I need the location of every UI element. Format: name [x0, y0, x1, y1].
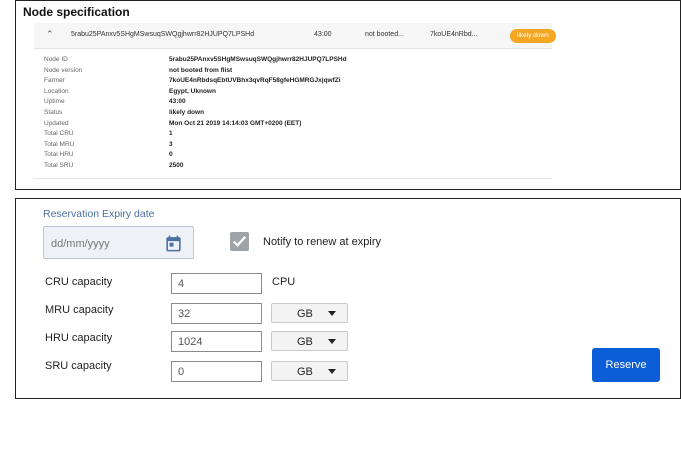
divider	[34, 178, 552, 179]
reserve-button[interactable]: Reserve	[592, 348, 660, 382]
detail-label: Node version	[44, 66, 83, 74]
detail-value: 5rabu25PAnxv5SHgMSwsuqSWQgjhwrr82HJUPQ7L…	[169, 56, 347, 63]
node-card: ⌃ 5rabu25PAnxv5SHgMSwsuqSWQgjhwrr82HJUPQ…	[34, 23, 556, 180]
mru-unit-value: GB	[297, 308, 313, 320]
detail-row-node-version: Node version not booted from flist	[44, 66, 544, 77]
detail-label: Total MRU	[44, 140, 75, 148]
detail-label: Node ID	[44, 56, 68, 63]
detail-value: Egypt, Uknown	[169, 87, 216, 95]
cru-input[interactable]	[171, 273, 262, 294]
date-placeholder: dd/mm/yyyy	[51, 238, 110, 250]
detail-row-node-id: Node ID 5rabu25PAnxv5SHgMSwsuqSWQgjhwrr8…	[44, 55, 544, 66]
detail-value: likely down	[169, 108, 205, 116]
detail-label: Location	[44, 87, 69, 95]
row-version: not booted...	[365, 31, 404, 38]
detail-row-total-mru: Total MRU 3	[44, 140, 544, 151]
checkmark-icon	[232, 235, 247, 247]
detail-label: Uptime	[44, 98, 65, 106]
calendar-icon[interactable]	[164, 234, 183, 253]
detail-value: not booted from flist	[169, 66, 233, 74]
mru-unit-select[interactable]: GB	[271, 303, 348, 323]
detail-value: 43:00	[169, 98, 186, 106]
hru-input[interactable]	[171, 331, 262, 352]
detail-label: Updated	[44, 119, 69, 127]
reservation-panel: Reservation Expiry date dd/mm/yyyy Notif…	[15, 198, 681, 399]
caret-down-icon	[328, 339, 336, 344]
detail-label: Status	[44, 108, 63, 116]
status-badge: likely down	[510, 29, 556, 43]
detail-row-uptime: Uptime 43:00	[44, 97, 544, 108]
hru-unit-select[interactable]: GB	[271, 331, 348, 351]
sru-unit-value: GB	[297, 366, 313, 378]
detail-row-status: Status likely down	[44, 108, 544, 119]
caret-down-icon	[328, 311, 336, 316]
notify-label: Notify to renew at expiry	[263, 236, 381, 248]
panel-title: Node specification	[23, 5, 130, 19]
detail-value: Mon Oct 21 2019 14:14:03 GMT+0200 (EET)	[169, 119, 302, 127]
row-node-id: 5rabu25PAnxv5SHgMSwsuqSWQgjhwrr82HJUPQ7L…	[71, 31, 255, 38]
detail-row-total-hru: Total HRU 0	[44, 150, 544, 161]
detail-row-location: Location Egypt, Uknown	[44, 87, 544, 98]
expiry-date-input[interactable]: dd/mm/yyyy	[43, 226, 194, 259]
detail-value: 3	[169, 140, 173, 148]
detail-row-total-sru: Total SRU 2500	[44, 161, 544, 172]
hru-unit-value: GB	[297, 336, 313, 348]
notify-checkbox[interactable]	[230, 232, 249, 251]
node-specification-panel: Node specification ⌃ 5rabu25PAnxv5SHgMSw…	[15, 0, 681, 190]
row-uptime: 43:00	[314, 31, 332, 38]
sru-input[interactable]	[171, 361, 262, 382]
row-farmer: 7koUE4nRbd...	[430, 31, 478, 38]
hru-label: HRU capacity	[45, 332, 113, 344]
detail-label: Total CRU	[44, 130, 74, 138]
mru-input[interactable]	[171, 303, 262, 324]
detail-value: 7koUE4nRbdsqEbtUVBhx3qvRqF58gfeHGMRGJxjq…	[169, 77, 341, 85]
detail-label: Farmer	[44, 77, 65, 85]
detail-row-updated: Updated Mon Oct 21 2019 14:14:03 GMT+020…	[44, 119, 544, 130]
node-details: Node ID 5rabu25PAnxv5SHgMSwsuqSWQgjhwrr8…	[44, 55, 544, 172]
detail-label: Total SRU	[44, 161, 74, 169]
mru-label: MRU capacity	[45, 304, 114, 316]
node-row[interactable]: ⌃ 5rabu25PAnxv5SHgMSwsuqSWQgjhwrr82HJUPQ…	[34, 23, 556, 49]
detail-value: 1	[169, 130, 173, 138]
cru-unit: CPU	[272, 276, 296, 288]
expiry-date-label: Reservation Expiry date	[43, 208, 155, 220]
detail-row-farmer: Farmer 7koUE4nRbdsqEbtUVBhx3qvRqF58gfeHG…	[44, 76, 544, 87]
detail-label: Total HRU	[44, 151, 74, 159]
detail-value: 0	[169, 151, 173, 159]
detail-row-total-cru: Total CRU 1	[44, 129, 544, 140]
sru-label: SRU capacity	[45, 360, 112, 372]
detail-value: 2500	[169, 161, 184, 169]
caret-down-icon	[328, 369, 336, 374]
sru-unit-select[interactable]: GB	[271, 361, 348, 381]
cru-label: CRU capacity	[45, 276, 113, 288]
chevron-up-icon[interactable]: ⌃	[46, 29, 54, 40]
